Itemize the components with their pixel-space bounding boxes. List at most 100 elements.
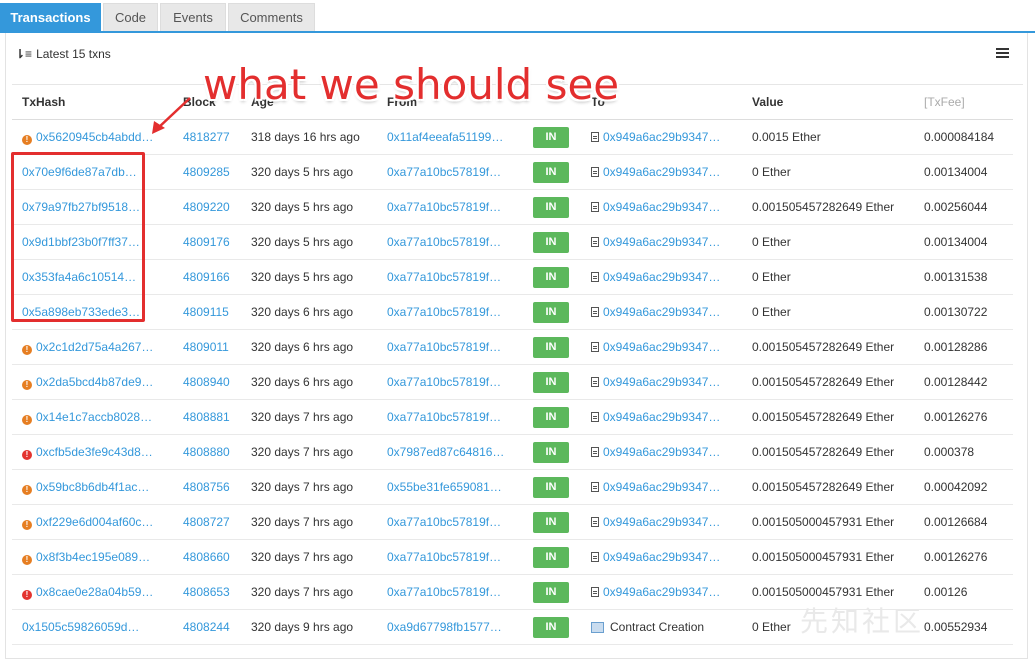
tx-to-link[interactable]: 0x949a6ac29b9347…	[603, 480, 720, 494]
tx-to-cell: 0x949a6ac29b9347…	[581, 224, 742, 260]
col-txfee[interactable]: [TxFee]	[914, 84, 1013, 120]
tx-hash-link[interactable]: 0x59bc8b6db4f1ac…	[36, 480, 149, 494]
tx-block-link[interactable]: 4808244	[183, 620, 230, 634]
tx-direction-cell: IN	[523, 469, 581, 505]
error-icon: !	[22, 379, 32, 390]
tx-to-text: Contract Creation	[610, 620, 705, 634]
tx-from-link[interactable]: 0xa77a10bc57819f…	[387, 410, 501, 424]
tx-to-link[interactable]: 0x949a6ac29b9347…	[603, 585, 720, 599]
tx-from-link[interactable]: 0x11af4eeafa51199…	[387, 130, 503, 144]
tx-to-link[interactable]: 0x949a6ac29b9347…	[603, 130, 720, 144]
tx-from-link[interactable]: 0xa77a10bc57819f…	[387, 165, 501, 179]
tx-from-cell: 0xa77a10bc57819f…	[377, 224, 523, 260]
contract-icon	[591, 587, 599, 597]
tx-block-link[interactable]: 4808940	[183, 375, 230, 389]
direction-badge: IN	[533, 406, 569, 428]
tx-block-link[interactable]: 4809220	[183, 200, 230, 214]
tx-from-link[interactable]: 0xa9d67798fb1577…	[387, 620, 502, 634]
tx-block-link[interactable]: 4808660	[183, 550, 230, 564]
tx-direction-cell: IN	[523, 294, 581, 330]
tx-block-cell: 4809166	[173, 259, 241, 295]
menu-icon[interactable]	[996, 48, 1009, 59]
tx-to-link[interactable]: 0x949a6ac29b9347…	[603, 410, 720, 424]
tab-code[interactable]: Code	[103, 3, 158, 31]
tx-value-cell: 0 Ether	[742, 294, 914, 330]
annotation-text: what we should see	[203, 60, 620, 109]
tx-to-link[interactable]: 0x949a6ac29b9347…	[603, 375, 720, 389]
tx-to-link[interactable]: 0x949a6ac29b9347…	[603, 270, 720, 284]
tx-block-link[interactable]: 4808880	[183, 445, 230, 459]
direction-badge: IN	[533, 161, 569, 183]
tx-from-link[interactable]: 0x7987ed87c64816…	[387, 445, 504, 459]
tx-from-link[interactable]: 0xa77a10bc57819f…	[387, 340, 501, 354]
contract-icon	[591, 272, 599, 282]
tx-to-link[interactable]: 0x949a6ac29b9347…	[603, 200, 720, 214]
tx-to-link[interactable]: 0x949a6ac29b9347…	[603, 515, 720, 529]
tx-to-link[interactable]: 0x949a6ac29b9347…	[603, 235, 720, 249]
tx-block-link[interactable]: 4808756	[183, 480, 230, 494]
tx-age-cell: 320 days 7 hrs ago	[241, 574, 377, 610]
tx-block-link[interactable]: 4809176	[183, 235, 230, 249]
tx-to-cell: 0x949a6ac29b9347…	[581, 574, 742, 610]
tx-block-link[interactable]: 4809285	[183, 165, 230, 179]
tx-to-cell: 0x949a6ac29b9347…	[581, 119, 742, 155]
tx-value-cell: 0 Ether	[742, 259, 914, 295]
tx-block-cell: 4809176	[173, 224, 241, 260]
tx-direction-cell: IN	[523, 434, 581, 470]
tx-from-link[interactable]: 0xa77a10bc57819f…	[387, 375, 501, 389]
tx-hash-cell: ! 0x5620945cb4abdd…	[12, 119, 173, 155]
tx-fee-cell: 0.00128286	[914, 329, 1013, 365]
error-icon: !	[22, 554, 32, 565]
tx-age-cell: 320 days 6 hrs ago	[241, 294, 377, 330]
tx-to-link[interactable]: 0x949a6ac29b9347…	[603, 305, 720, 319]
tx-block-cell: 4809011	[173, 329, 241, 365]
tx-to-link[interactable]: 0x949a6ac29b9347…	[603, 550, 720, 564]
tx-to-link[interactable]: 0x949a6ac29b9347…	[603, 165, 720, 179]
tx-block-link[interactable]: 4808727	[183, 515, 230, 529]
tx-hash-link[interactable]: 0x8cae0e28a04b59…	[36, 585, 153, 599]
tx-hash-link[interactable]: 0x5620945cb4abdd…	[36, 130, 153, 144]
transactions-table: TxHash Block Age From To Value [TxFee] !…	[12, 84, 1013, 645]
tx-to-link[interactable]: 0x949a6ac29b9347…	[603, 340, 720, 354]
tx-hash-link[interactable]: 0x1505c59826059d…	[22, 620, 139, 634]
tx-hash-link[interactable]: 0x14e1c7accb8028…	[36, 410, 152, 424]
table-row: ! 0xcfb5de3fe9c43d8… 4808880 320 days 7 hrs…	[12, 434, 1013, 470]
tx-from-cell: 0xa9d67798fb1577…	[377, 609, 523, 645]
tx-block-link[interactable]: 4808881	[183, 410, 230, 424]
tx-value-cell: 0.001505457282649 Ether	[742, 399, 914, 435]
tx-value-cell: 0.001505457282649 Ether	[742, 189, 914, 225]
tx-hash-link[interactable]: 0x8f3b4ec195e089…	[36, 550, 150, 564]
tx-from-cell: 0xa77a10bc57819f…	[377, 189, 523, 225]
tx-fee-cell: 0.00131538	[914, 259, 1013, 295]
tab-transactions[interactable]: Transactions	[0, 3, 101, 31]
tx-block-cell: 4808653	[173, 574, 241, 610]
tx-fee-cell: 0.00126276	[914, 539, 1013, 575]
tx-fee-cell: 0.00256044	[914, 189, 1013, 225]
tx-block-link[interactable]: 4809011	[183, 340, 229, 354]
tx-from-link[interactable]: 0x55be31fe659081…	[387, 480, 502, 494]
tx-from-link[interactable]: 0xa77a10bc57819f…	[387, 200, 501, 214]
tx-to-link[interactable]: 0x949a6ac29b9347…	[603, 445, 720, 459]
tx-block-link[interactable]: 4818277	[183, 130, 230, 144]
tx-from-link[interactable]: 0xa77a10bc57819f…	[387, 235, 501, 249]
tx-hash-link[interactable]: 0x2c1d2d75a4a267…	[36, 340, 153, 354]
tx-from-link[interactable]: 0xa77a10bc57819f…	[387, 515, 501, 529]
tx-from-link[interactable]: 0xa77a10bc57819f…	[387, 270, 501, 284]
tx-block-link[interactable]: 4809115	[183, 305, 229, 319]
tab-bar: Transactions Code Events Comments	[0, 0, 1035, 33]
tx-direction-cell: IN	[523, 154, 581, 190]
tx-block-link[interactable]: 4809166	[183, 270, 230, 284]
tx-hash-link[interactable]: 0x2da5bcd4b87de9…	[36, 375, 153, 389]
tx-value-cell: 0.0015 Ether	[742, 119, 914, 155]
tx-hash-link[interactable]: 0xf229e6d004af60c…	[36, 515, 153, 529]
tx-block-link[interactable]: 4808653	[183, 585, 230, 599]
tx-hash-cell: ! 0x8cae0e28a04b59…	[12, 574, 173, 610]
tab-events[interactable]: Events	[160, 3, 226, 31]
tx-from-link[interactable]: 0xa77a10bc57819f…	[387, 585, 501, 599]
latest-txns-label: ⇂≡ Latest 15 txns	[15, 47, 111, 61]
tx-from-link[interactable]: 0xa77a10bc57819f…	[387, 305, 501, 319]
tab-comments[interactable]: Comments	[228, 3, 315, 31]
tx-from-link[interactable]: 0xa77a10bc57819f…	[387, 550, 501, 564]
tx-to-cell: 0x949a6ac29b9347…	[581, 364, 742, 400]
tx-hash-link[interactable]: 0xcfb5de3fe9c43d8…	[36, 445, 153, 459]
